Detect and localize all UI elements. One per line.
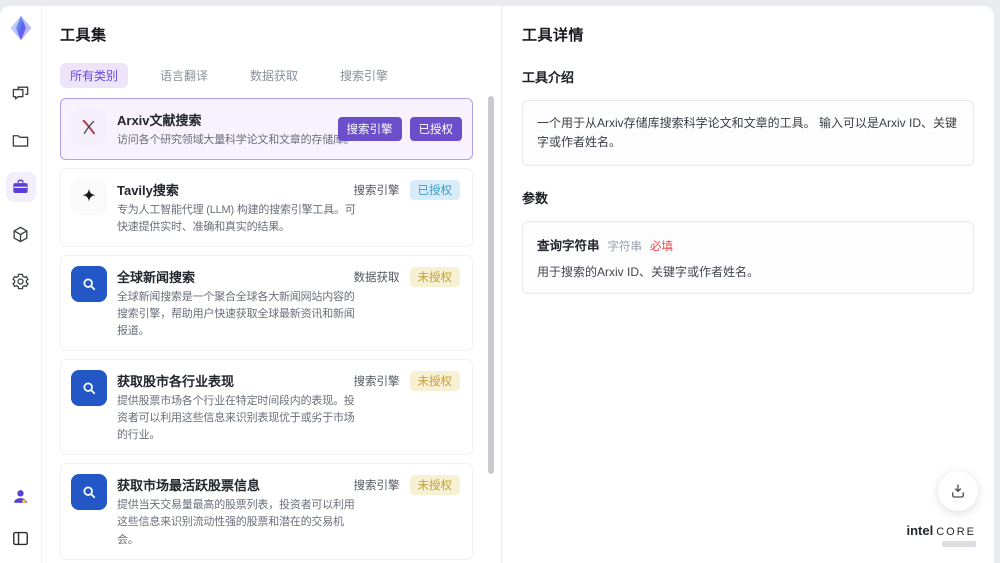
- tab-all-categories[interactable]: 所有类别: [60, 63, 129, 88]
- sparkle-icon: [71, 179, 107, 216]
- status-badge: 未授权: [409, 371, 460, 392]
- nav-rail: [0, 6, 42, 563]
- app-logo-icon: [7, 14, 35, 42]
- news-search-icon: [71, 266, 107, 303]
- tool-name: 获取市场最活跃股票信息: [117, 478, 261, 494]
- chat-icon: [11, 84, 30, 103]
- tool-card-list: Arxiv文献搜索 访问各个研究领域大量科学论文和文章的存储库。 搜索引擎 已授…: [60, 98, 473, 563]
- user-avatar[interactable]: [6, 481, 36, 511]
- tool-card-sector-performance[interactable]: 获取股市各行业表现 提供股票市场各个行业在特定时间段内的表现。投资者可以利用这些…: [60, 359, 473, 456]
- intro-heading: 工具介绍: [522, 70, 575, 85]
- category-tag: 搜索引擎: [353, 185, 400, 198]
- category-tag: 搜索引擎: [353, 480, 400, 493]
- category-tag: 搜索引擎: [337, 117, 402, 142]
- intel-badge-bar: [942, 541, 976, 547]
- param-item: 查询字符串 字符串 必填 用于搜索的Arxiv ID、关键字或作者姓名。: [522, 221, 974, 295]
- intro-box: 一个用于从Arxiv存储库搜索科学论文和文章的工具。 输入可以是Arxiv ID…: [522, 100, 974, 167]
- tool-card-tavily[interactable]: Tavily搜索 专为人工智能代理 (LLM) 构建的搜索引擎工具。可快速提供实…: [60, 168, 473, 248]
- params-heading: 参数: [522, 191, 549, 207]
- status-badge: 已授权: [409, 180, 460, 201]
- sidebar-layout-icon: [11, 529, 30, 548]
- briefcase-icon: [11, 178, 30, 197]
- param-required-label: 必填: [650, 241, 674, 254]
- intel-core-logo: intel CORE: [906, 523, 976, 547]
- tool-description: 提供当天交易量最高的股票列表，投资者可以利用这些信息来识别流动性强的股票和潜在的…: [117, 499, 355, 546]
- tab-search-engine[interactable]: 搜索引擎: [330, 63, 398, 88]
- status-badge: 未授权: [409, 475, 460, 496]
- nav-chat[interactable]: [6, 78, 36, 108]
- tool-card-most-active-stocks[interactable]: 获取市场最活跃股票信息 提供当天交易量最高的股票列表，投资者可以利用这些信息来识…: [60, 463, 473, 560]
- tool-tags: 搜索引擎 未授权: [353, 371, 460, 392]
- tool-description: 全球新闻搜索是一个聚合全球各大新闻网站内容的搜索引擎，帮助用户快速获取全球最新资…: [117, 291, 355, 338]
- tab-data-fetching[interactable]: 数据获取: [240, 63, 308, 88]
- tool-list-pane: 工具集 所有类别 语言翻译 数据获取 搜索引擎 Arxiv文献搜索 访问各个研究…: [42, 6, 502, 563]
- tool-detail-pane: 工具详情 工具介绍 一个用于从Arxiv存储库搜索科学论文和文章的工具。 输入可…: [502, 6, 994, 563]
- tool-card-body: 全球新闻搜索 全球新闻搜索是一个聚合全球各大新闻网站内容的搜索引擎，帮助用户快速…: [117, 266, 362, 340]
- scrollbar-thumb[interactable]: [488, 96, 494, 474]
- category-tag: 搜索引擎: [353, 376, 400, 389]
- collapse-panel-button[interactable]: [6, 523, 36, 553]
- download-button[interactable]: [938, 471, 978, 511]
- status-badge: 已授权: [409, 117, 462, 142]
- app-window: 工具集 所有类别 语言翻译 数据获取 搜索引擎 Arxiv文献搜索 访问各个研究…: [0, 6, 994, 563]
- intel-brand-text: intel: [906, 523, 934, 538]
- cube-icon: [11, 225, 30, 244]
- nav-plugins[interactable]: [6, 219, 36, 249]
- param-head: 查询字符串 字符串 必填: [537, 235, 959, 254]
- page-title: 工具集: [60, 27, 107, 44]
- news-search-icon: [71, 370, 107, 407]
- tool-name: Arxiv文献搜索: [117, 113, 202, 128]
- nav-toolbox[interactable]: [5, 172, 36, 202]
- avatar-icon: [11, 487, 30, 506]
- screen: 工具集 所有类别 语言翻译 数据获取 搜索引擎 Arxiv文献搜索 访问各个研究…: [0, 0, 1000, 563]
- download-icon: [949, 482, 967, 500]
- tool-card-body: 获取市场最活跃股票信息 提供当天交易量最高的股票列表，投资者可以利用这些信息来识…: [117, 474, 362, 548]
- news-search-icon: [71, 474, 107, 511]
- tab-language-translation[interactable]: 语言翻译: [150, 63, 218, 88]
- tool-description: 访问各个研究领域大量科学论文和文章的存储库。: [117, 134, 355, 146]
- param-name: 查询字符串: [537, 239, 600, 254]
- folder-icon: [11, 131, 30, 150]
- nav-settings[interactable]: [6, 266, 36, 296]
- category-tabs: 所有类别 语言翻译 数据获取 搜索引擎: [60, 63, 501, 88]
- status-badge: 未授权: [409, 267, 460, 288]
- category-tag: 数据获取: [353, 272, 400, 285]
- param-type: 字符串: [607, 241, 643, 254]
- tool-description: 专为人工智能代理 (LLM) 构建的搜索引擎工具。可快速提供实时、准确和真实的结…: [117, 204, 356, 234]
- tool-name: 获取股市各行业表现: [117, 374, 235, 390]
- tool-tags: 搜索引擎 已授权: [353, 180, 460, 201]
- nav-files[interactable]: [6, 125, 36, 155]
- tool-card-body: 获取股市各行业表现 提供股票市场各个行业在特定时间段内的表现。投资者可以利用这些…: [117, 370, 362, 444]
- gear-icon: [11, 272, 30, 291]
- tool-description: 提供股票市场各个行业在特定时间段内的表现。投资者可以利用这些信息来识别表现优于或…: [117, 395, 355, 442]
- tool-name: Tavily搜索: [117, 183, 179, 199]
- tool-card-global-news[interactable]: 全球新闻搜索 全球新闻搜索是一个聚合全球各大新闻网站内容的搜索引擎，帮助用户快速…: [60, 255, 473, 352]
- tool-tags: 数据获取 未授权: [353, 267, 460, 288]
- detail-title: 工具详情: [522, 27, 585, 44]
- param-description: 用于搜索的Arxiv ID、关键字或作者姓名。: [537, 265, 760, 280]
- tool-tags: 搜索引擎 未授权: [353, 475, 460, 496]
- tool-name: 全球新闻搜索: [117, 270, 196, 286]
- arxiv-logo-icon: [71, 109, 107, 145]
- tool-card-body: Arxiv文献搜索 访问各个研究领域大量科学论文和文章的存储库。: [117, 109, 355, 149]
- core-brand-text: CORE: [936, 526, 976, 538]
- tool-tags: 搜索引擎 已授权: [337, 117, 462, 142]
- tool-card-body: Tavily搜索 专为人工智能代理 (LLM) 构建的搜索引擎工具。可快速提供实…: [117, 179, 362, 236]
- tool-card-arxiv[interactable]: Arxiv文献搜索 访问各个研究领域大量科学论文和文章的存储库。 搜索引擎 已授…: [60, 98, 473, 161]
